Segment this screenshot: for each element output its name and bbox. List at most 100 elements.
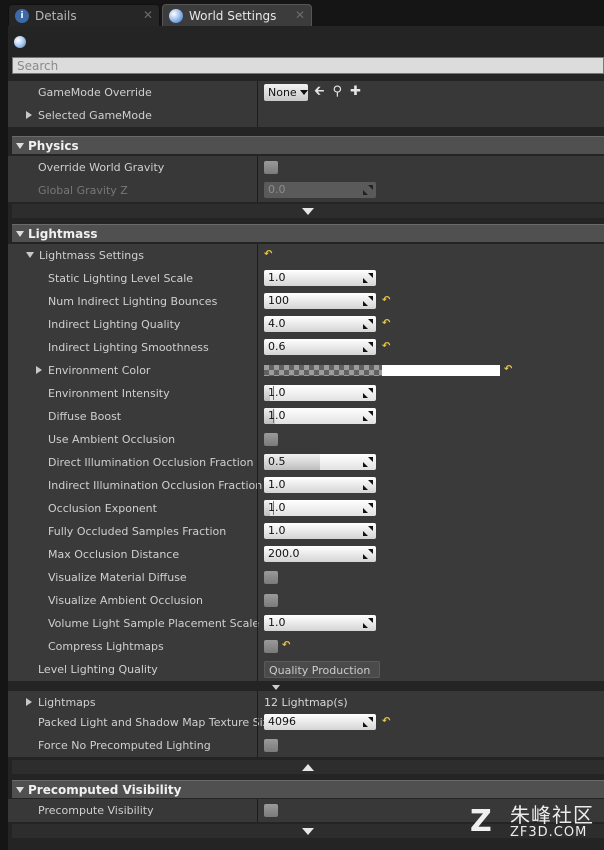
reset-icon[interactable]: ↶ [382,317,392,331]
close-icon[interactable]: ✕ [143,8,153,22]
value-field[interactable]: 1.0 [264,270,376,286]
value-slider[interactable]: 1.0 [264,385,376,401]
packed-texture-size-row: Packed Light and Shadow Map Texture Size… [8,711,604,734]
lightmass-row: Static Lighting Level Scale 1.0 [8,267,604,290]
value-field[interactable]: 1.0 [264,477,376,493]
advanced-expand-button[interactable] [12,204,604,218]
setting-label: Max Occlusion Distance [48,548,180,561]
force-no-precomputed-checkbox[interactable] [264,739,278,752]
gamemode-override-row: GameMode Override None 🡰 ⚲ ✚ [8,81,604,104]
chevron-down-icon [302,207,314,215]
value-field[interactable]: 1.0 [264,615,376,631]
global-gravity-row: Global Gravity Z 0.0 [8,179,604,202]
drag-handle-icon[interactable] [363,411,373,421]
lightmass-row: Indirect Lighting Quality 4.0 ↶ [8,313,604,336]
level-lighting-quality-row: Level Lighting Quality Quality Productio… [8,658,604,690]
lightmass-row: Indirect Illumination Occlusion Fraction… [8,474,604,497]
collapse-arrow-icon [16,143,24,149]
lightmass-row: Environment Intensity 1.0 [8,382,604,405]
tab-bar: i Details ✕ World Settings ✕ [0,0,604,26]
reset-icon[interactable]: ↶ [382,715,392,729]
drag-handle-icon[interactable] [363,388,373,398]
override-gravity-checkbox[interactable] [264,161,278,174]
advanced-collapse-button[interactable] [12,760,604,774]
lightmass-row: Use Ambient Occlusion [8,428,604,451]
collapse-arrow-icon [26,252,34,258]
setting-checkbox[interactable] [264,640,278,653]
value-field[interactable]: 100 [264,293,376,309]
setting-checkbox[interactable] [264,594,278,607]
lightmass-row: Fully Occluded Samples Fraction 1.0 [8,520,604,543]
setting-label: Indirect Illumination Occlusion Fraction [48,479,263,492]
value-field[interactable]: 4.0 [264,316,376,332]
environment-color-swatch[interactable] [264,365,500,376]
setting-label: Visualize Material Diffuse [48,571,187,584]
global-gravity-field: 0.0 [264,182,376,198]
gamemode-override-label: GameMode Override [38,86,152,99]
precompute-visibility-checkbox[interactable] [264,804,278,817]
category-lightmass[interactable]: Lightmass [12,224,604,242]
setting-label: Direct Illumination Occlusion Fraction [48,456,254,469]
lightmass-row: Diffuse Boost 1.0 [8,405,604,428]
lightmass-row: Indirect Lighting Smoothness 0.6 ↶ [8,336,604,359]
setting-label: Visualize Ambient Occlusion [48,594,204,607]
selected-gamemode-row[interactable]: Selected GameMode [8,104,604,127]
reset-icon[interactable]: ↶ [264,248,274,262]
search-input[interactable]: Search [12,57,604,74]
collapse-arrow-icon [16,231,24,237]
reset-icon[interactable]: ↶ [382,340,392,354]
lightmass-settings-row[interactable]: Lightmass Settings ↶ [8,244,604,267]
drag-handle-icon[interactable] [363,296,373,306]
value-slider[interactable]: 1.0 [264,500,376,516]
drag-handle-icon[interactable] [363,549,373,559]
value-slider[interactable]: 0.5 [264,454,376,470]
gamemode-dropdown[interactable]: None [264,84,308,101]
tab-world-settings[interactable]: World Settings ✕ [162,4,312,26]
drag-handle-icon[interactable] [363,717,373,727]
setting-label: Use Ambient Occlusion [48,433,176,446]
drag-handle-icon[interactable] [363,526,373,536]
expand-arrow-icon[interactable] [26,698,32,706]
setting-checkbox[interactable] [264,433,278,446]
category-physics[interactable]: Physics [12,136,604,154]
close-icon[interactable]: ✕ [295,8,305,22]
lightmass-row: Volume Light Sample Placement Scale 1.0 [8,612,604,635]
drag-handle-icon[interactable] [363,273,373,283]
lightmass-row: Visualize Material Diffuse [8,566,604,589]
reset-icon[interactable]: ↶ [504,363,514,377]
tab-label: World Settings [189,8,277,23]
level-quality-dropdown[interactable]: Quality Production [264,661,380,690]
value-field[interactable]: 200.0 [264,546,376,562]
lightmass-row: Max Occlusion Distance 200.0 [8,543,604,566]
expand-arrow-icon[interactable] [26,111,32,119]
override-world-gravity-row: Override World Gravity [8,156,604,179]
lightmass-row: Direct Illumination Occlusion Fraction 0.… [8,451,604,474]
drag-handle-icon[interactable] [363,480,373,490]
drag-handle-icon[interactable] [363,342,373,352]
setting-label: Fully Occluded Samples Fraction [48,525,227,538]
drag-handle-icon[interactable] [363,457,373,467]
drag-handle-icon[interactable] [363,319,373,329]
color-alpha-preview [264,365,382,376]
tab-label: Details [35,8,77,23]
expand-arrow-icon[interactable] [36,366,42,374]
plus-icon[interactable]: ✚ [350,85,361,99]
reset-icon[interactable]: ↶ [282,639,292,653]
tab-details[interactable]: i Details ✕ [8,4,160,26]
lightmass-row: Compress Lightmaps ↶ [8,635,604,658]
setting-checkbox[interactable] [264,571,278,584]
lightmass-row: Num Indirect Lighting Bounces 100 ↶ [8,290,604,313]
watermark-logo: Z 朱峰社区 ZF3D.COM [470,803,594,840]
reset-icon[interactable]: ↶ [382,294,392,308]
drag-handle-icon[interactable] [363,618,373,628]
globe-icon [14,36,26,48]
arrow-left-icon[interactable]: 🡰 [314,85,325,99]
category-precomputed-visibility[interactable]: Precomputed Visibility [12,780,604,798]
packed-texture-size-field[interactable]: 4096 [264,714,376,730]
selected-gamemode-label: Selected GameMode [38,109,152,122]
value-slider[interactable]: 1.0 [264,408,376,424]
value-field[interactable]: 1.0 [264,523,376,539]
drag-handle-icon[interactable] [363,503,373,513]
search-icon[interactable]: ⚲ [333,85,343,99]
value-field[interactable]: 0.6 [264,339,376,355]
